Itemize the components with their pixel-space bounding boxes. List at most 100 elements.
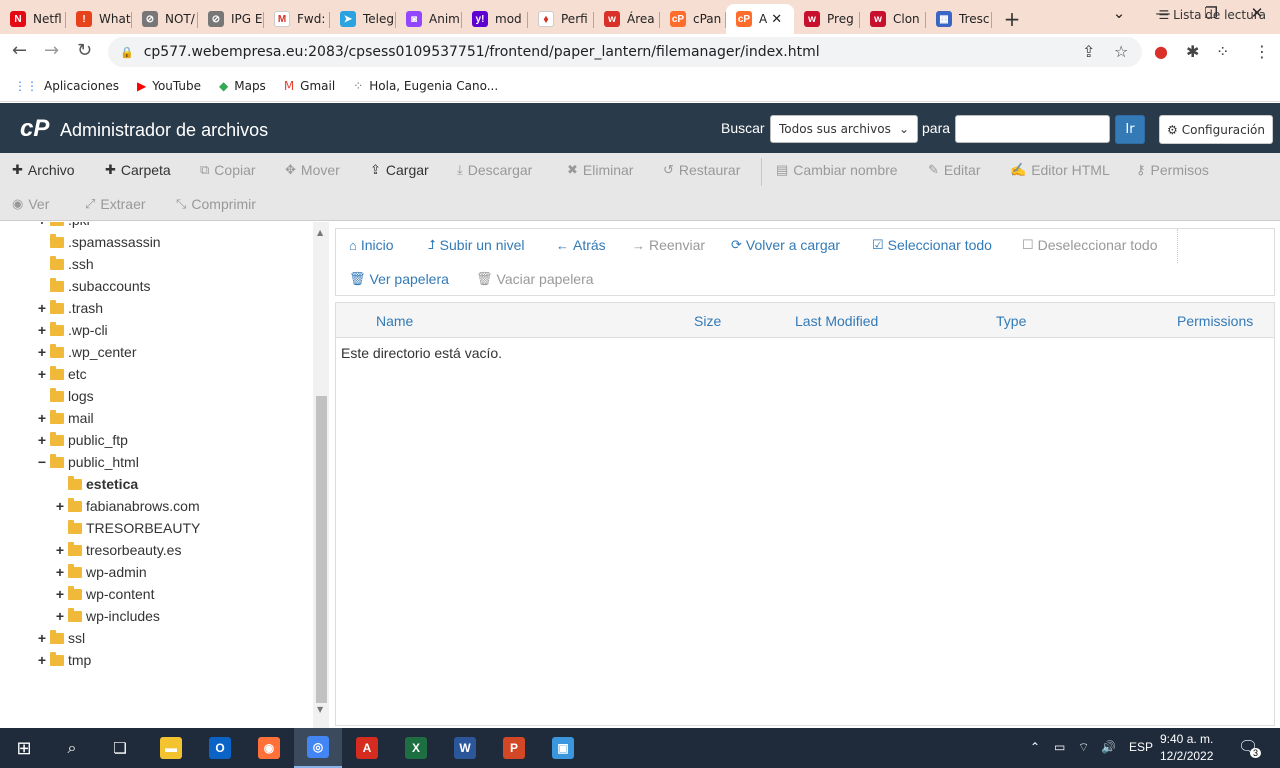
reading-list-button[interactable]: ☰ Lista de lectura: [1159, 8, 1266, 22]
subir-un-nivel-button[interactable]: ⮥ Subir un nivel: [428, 235, 525, 255]
extension-lastpass-icon[interactable]: ●: [1154, 42, 1168, 61]
browser-tab[interactable]: ! What: [66, 4, 132, 34]
forward-icon[interactable]: →: [44, 40, 59, 61]
tree-node[interactable]: + mail: [36, 408, 94, 428]
taskbar-app-button[interactable]: P: [490, 728, 538, 768]
browser-tab[interactable]: ▦ Tresc: [926, 4, 992, 34]
search-button[interactable]: ⌕: [48, 728, 96, 768]
column-header-permissions[interactable]: Permissions: [1177, 313, 1253, 329]
ver-papelera-button[interactable]: 🗑 Ver papelera: [349, 269, 449, 289]
browser-tab[interactable]: M Fwd:: [264, 4, 330, 34]
browser-tab[interactable]: w Preg: [794, 4, 860, 34]
system-clock[interactable]: 9:40 a. m. 12/2/2022: [1160, 731, 1213, 765]
language-indicator[interactable]: ESP: [1129, 740, 1153, 754]
network-icon[interactable]: ⌔: [1078, 740, 1089, 755]
expand-icon[interactable]: +: [36, 300, 48, 316]
tree-node[interactable]: + etc: [36, 364, 87, 384]
search-input[interactable]: [955, 115, 1110, 143]
column-header-last-modified[interactable]: Last Modified: [795, 313, 878, 329]
address-bar[interactable]: 🔒 cp577.webempresa.eu:2083/cpsess0109537…: [108, 37, 1142, 67]
expand-icon[interactable]: +: [36, 322, 48, 338]
browser-tab[interactable]: w Área: [594, 4, 660, 34]
expand-icon[interactable]: +: [36, 344, 48, 360]
new-tab-button[interactable]: +: [992, 4, 1032, 34]
taskbar-app-button[interactable]: O: [196, 728, 244, 768]
taskbar-app-button[interactable]: ▣: [539, 728, 587, 768]
browser-tab[interactable]: ⊘ NOT/: [132, 4, 198, 34]
deseleccionar-todo-button[interactable]: ☐ Deseleccionar todo: [1022, 235, 1158, 255]
lock-icon[interactable]: 🔒: [120, 46, 134, 59]
column-header-size[interactable]: Size: [694, 313, 721, 329]
taskbar-app-button[interactable]: ◉: [245, 728, 293, 768]
bookmark-item[interactable]: ▶ YouTube: [137, 79, 201, 93]
ver-action-button[interactable]: ◉ Ver: [12, 194, 49, 214]
expand-icon[interactable]: +: [36, 652, 48, 668]
close-tab-icon[interactable]: ✕: [771, 12, 782, 27]
bookmark-star-icon[interactable]: ☆: [1114, 42, 1128, 61]
tree-node[interactable]: + tresorbeauty.es: [54, 540, 181, 560]
tree-node[interactable]: + public_ftp: [36, 430, 128, 450]
browser-tab[interactable]: ◙ Anim: [396, 4, 462, 34]
permisos-action-button[interactable]: ⚷ Permisos: [1136, 160, 1209, 180]
expand-icon[interactable]: +: [36, 222, 48, 228]
bookmark-item[interactable]: ⁘ Hola, Eugenia Cano...: [353, 79, 498, 93]
taskbar-app-button[interactable]: ◎: [294, 728, 342, 768]
go-button[interactable]: Ir: [1115, 115, 1145, 144]
mover-action-button[interactable]: ✥ Mover: [285, 160, 340, 180]
expand-icon[interactable]: +: [36, 630, 48, 646]
copiar-action-button[interactable]: ⧉ Copiar: [200, 160, 256, 180]
cargar-action-button[interactable]: ⇪ Cargar: [370, 160, 429, 180]
tree-node[interactable]: estetica: [54, 474, 138, 494]
eliminar-action-button[interactable]: ✖ Eliminar: [567, 160, 633, 180]
tree-node[interactable]: − public_html: [36, 452, 139, 472]
carpeta-action-button[interactable]: ✚ Carpeta: [105, 160, 171, 180]
battery-icon[interactable]: ▭: [1054, 740, 1065, 754]
archivo-action-button[interactable]: ✚ Archivo: [12, 160, 75, 180]
taskbar-app-button[interactable]: A: [343, 728, 391, 768]
expand-icon[interactable]: +: [36, 432, 48, 448]
volver-a-cargar-button[interactable]: ⟳ Volver a cargar: [731, 235, 840, 255]
tree-scrollbar-thumb[interactable]: [316, 396, 327, 703]
expand-icon[interactable]: +: [36, 366, 48, 382]
expand-icon[interactable]: +: [54, 586, 66, 602]
extraer-action-button[interactable]: ⤢ Extraer: [85, 194, 146, 214]
tree-node[interactable]: + wp-admin: [54, 562, 147, 582]
browser-tab[interactable]: N Netfl: [0, 4, 66, 34]
extensions-puzzle-icon[interactable]: ✱: [1186, 42, 1199, 61]
column-header-name[interactable]: Name: [376, 313, 413, 329]
expand-icon[interactable]: +: [54, 564, 66, 580]
settings-button[interactable]: ⚙ Configuración: [1159, 115, 1273, 144]
browser-tab[interactable]: y! mod: [462, 4, 528, 34]
editar-action-button[interactable]: ✎ Editar: [928, 160, 980, 180]
tree-node[interactable]: + fabianabrows.com: [54, 496, 200, 516]
tree-node[interactable]: + .wp_center: [36, 342, 136, 362]
tree-node[interactable]: + ssl: [36, 628, 85, 648]
browser-tab[interactable]: ⬧ Perfi: [528, 4, 594, 34]
expand-icon[interactable]: +: [54, 542, 66, 558]
tree-node[interactable]: .subaccounts: [36, 276, 151, 296]
atrás-button[interactable]: ← Atrás: [556, 235, 606, 255]
seleccionar-todo-button[interactable]: ☑ Seleccionar todo: [872, 235, 992, 255]
expand-icon[interactable]: +: [54, 498, 66, 514]
tree-node[interactable]: .ssh: [36, 254, 94, 274]
comprimir-action-button[interactable]: ⤡ Comprimir: [176, 194, 256, 214]
cpanel-logo-icon[interactable]: cP: [20, 115, 49, 143]
expand-icon[interactable]: +: [36, 410, 48, 426]
tree-node[interactable]: + wp-content: [54, 584, 154, 604]
task-view-button[interactable]: ❏: [96, 728, 144, 768]
tab-search-chevron-icon[interactable]: ⌄: [1096, 4, 1142, 22]
tree-node[interactable]: + .trash: [36, 298, 103, 318]
profile-avatar-icon[interactable]: ⁘: [1216, 42, 1229, 61]
cambiar-nombre-action-button[interactable]: ▤ Cambiar nombre: [776, 160, 898, 180]
descargar-action-button[interactable]: ⤓ Descargar: [457, 160, 532, 180]
scroll-up-arrow-icon[interactable]: ▲: [317, 228, 323, 237]
reload-icon[interactable]: ↻: [77, 40, 92, 61]
scroll-down-arrow-icon[interactable]: ▼: [317, 705, 323, 714]
tree-node[interactable]: .spamassassin: [36, 232, 161, 252]
share-icon[interactable]: ⇪: [1082, 42, 1095, 61]
tree-node[interactable]: + tmp: [36, 650, 91, 670]
tree-node[interactable]: + .pki: [36, 222, 90, 230]
browser-tab[interactable]: ⊘ IPG E: [198, 4, 264, 34]
vaciar-papelera-button[interactable]: 🗑 Vaciar papelera: [476, 269, 594, 289]
tree-node[interactable]: + .wp-cli: [36, 320, 108, 340]
